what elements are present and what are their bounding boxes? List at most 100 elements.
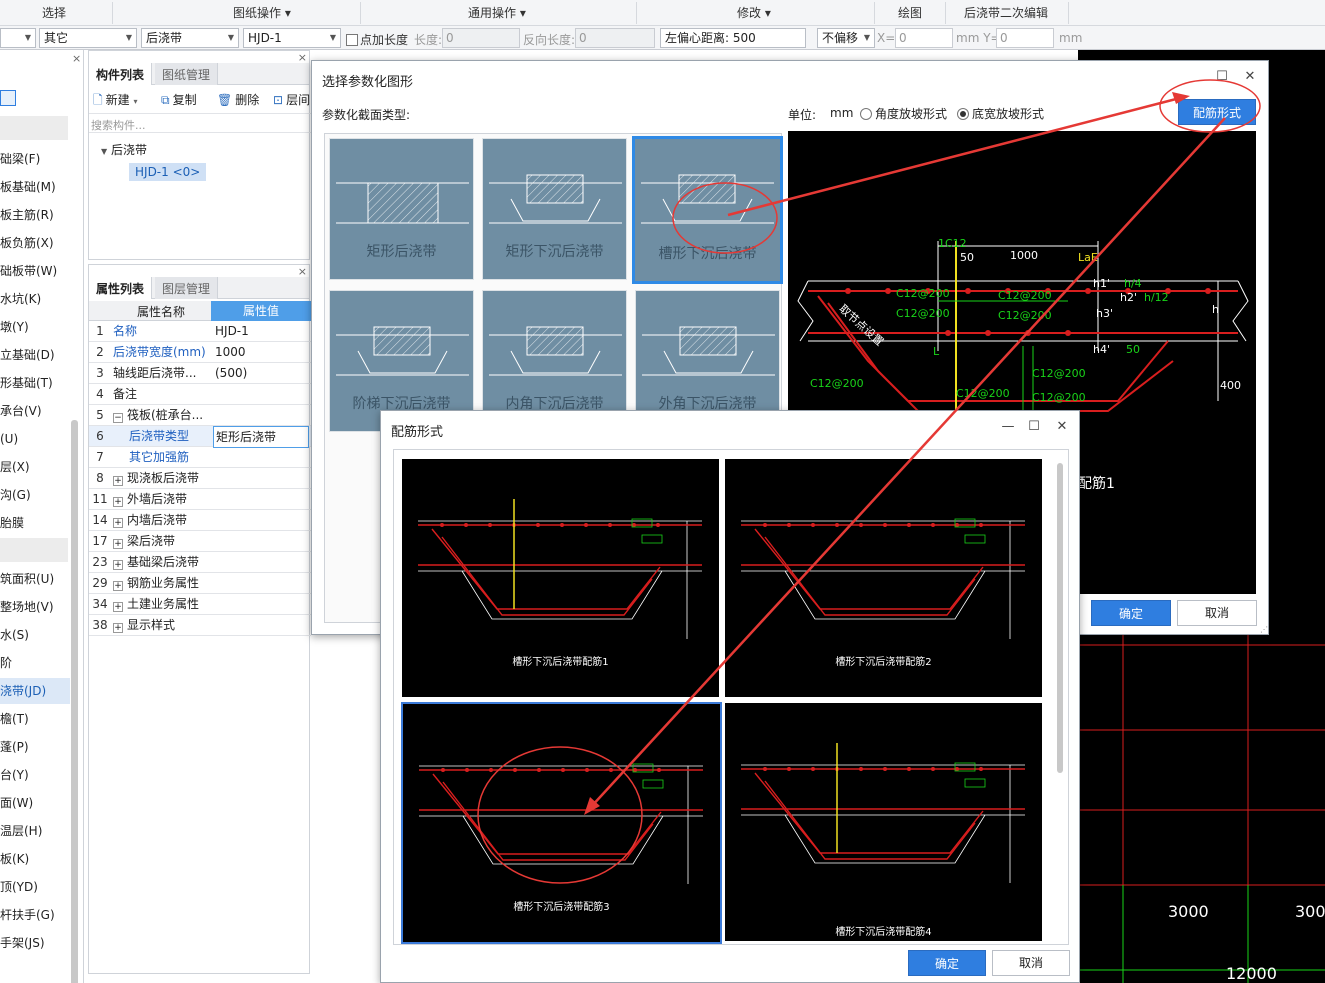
expand-icon[interactable]: + — [113, 518, 123, 528]
minimize-icon[interactable]: — — [1000, 419, 1016, 435]
maximize-icon[interactable]: ☐ — [1214, 69, 1230, 85]
rebar-thumb[interactable]: 槽形下沉后浇带配筋4 — [725, 703, 1042, 941]
table-row[interactable]: 6 后浇带类型 矩形后浇带 — [89, 426, 311, 448]
table-row[interactable]: 8 + 现浇板后浇带 — [89, 468, 311, 489]
rebar-thumb[interactable]: 槽形下沉后浇带配筋1 — [402, 459, 719, 697]
shape-ok-button[interactable]: 确定 — [1091, 600, 1171, 626]
sidebar-item[interactable]: 檐(T) — [0, 706, 70, 732]
x-input[interactable]: 0 — [895, 28, 953, 48]
shape-thumb[interactable]: 矩形后浇带 — [329, 138, 474, 280]
component-search-input[interactable]: 搜索构件... — [89, 113, 311, 133]
sidebar-item[interactable]: 层(X) — [0, 454, 70, 480]
radio-angle-slope[interactable]: 角度放坡形式 — [860, 105, 947, 122]
radio-bottom-width-slope[interactable]: 底宽放坡形式 — [957, 105, 1044, 122]
expand-icon[interactable]: + — [113, 581, 123, 591]
maximize-icon[interactable]: ☐ — [1026, 419, 1042, 435]
offset-mode-dropdown[interactable]: 不偏移 ▼ — [817, 28, 875, 48]
rebar-scrollbar[interactable] — [1057, 463, 1063, 773]
table-row[interactable]: 14 + 内墙后浇带 — [89, 510, 311, 531]
rebar-form-button[interactable]: 配筋形式 — [1178, 99, 1256, 125]
sidebar-item[interactable]: 顶(YD) — [0, 874, 70, 900]
property-value[interactable]: HJD-1 — [213, 321, 309, 341]
sidebar-item[interactable]: 础板带(W) — [0, 258, 70, 284]
ribbon-drawing-ops[interactable]: 图纸操作 ▾ — [233, 4, 291, 21]
extend-length-checkbox[interactable]: 点加长度 — [346, 31, 408, 48]
property-value[interactable]: 1000 — [213, 342, 309, 362]
sidebar-item[interactable]: 胎膜 — [0, 510, 70, 536]
expand-icon[interactable]: + — [113, 539, 123, 549]
category-dropdown[interactable]: 其它 ▼ — [39, 28, 137, 48]
close-icon[interactable]: ✕ — [1242, 69, 1258, 85]
rebar-ok-button[interactable]: 确定 — [908, 950, 986, 976]
table-row[interactable]: 1 名称 HJD-1 — [89, 321, 311, 342]
sidebar-item[interactable]: 板负筋(X) — [0, 230, 70, 256]
table-row[interactable]: 11 + 外墙后浇带 — [89, 489, 311, 510]
sidebar-item[interactable]: 板基础(M) — [0, 174, 70, 200]
copy-button[interactable]: ⧉ 复制 — [161, 91, 197, 108]
table-row[interactable]: 34 + 土建业务属性 — [89, 594, 311, 615]
property-value[interactable]: (500) — [213, 363, 309, 383]
ribbon-select[interactable]: 选择 — [42, 4, 66, 21]
rebar-thumb[interactable]: 槽形下沉后浇带配筋2 — [725, 459, 1042, 697]
left-offset-field[interactable]: 左偏心距离: 500 — [660, 28, 806, 48]
table-row[interactable]: 23 + 基础梁后浇带 — [89, 552, 311, 573]
sidebar-item[interactable]: 温层(H) — [0, 818, 70, 844]
sidebar-item[interactable]: 面(W) — [0, 790, 70, 816]
sidebar-item[interactable]: 沟(G) — [0, 482, 70, 508]
table-row[interactable]: 7 其它加强筋 — [89, 447, 311, 468]
shape-cancel-button[interactable]: 取消 — [1177, 600, 1257, 626]
reverse-length-input[interactable]: 0 — [575, 28, 655, 48]
floor-dropdown[interactable]: ▼ — [0, 28, 36, 48]
component-dropdown[interactable]: HJD-1 ▼ — [243, 28, 341, 48]
table-row[interactable]: 29 + 钢筋业务属性 — [89, 573, 311, 594]
new-button[interactable]: 🗋 新建 ▾ — [93, 91, 138, 112]
sidebar-item[interactable]: 蓬(P) — [0, 734, 70, 760]
ribbon-secondary-edit[interactable]: 后浇带二次编辑 — [964, 4, 1048, 21]
tab-layer-management[interactable]: 图层管理 — [155, 277, 219, 299]
sidebar-item[interactable]: 形基础(T) — [0, 370, 70, 396]
layer-button[interactable]: ⊡ 层间 — [273, 91, 310, 108]
length-input[interactable]: 0 — [442, 28, 520, 48]
expand-icon[interactable]: + — [113, 497, 123, 507]
sidebar-item[interactable]: 手架(JS) — [0, 930, 70, 956]
property-value[interactable]: 矩形后浇带 — [213, 426, 309, 448]
sidebar-item[interactable]: 台(Y) — [0, 762, 70, 788]
tree-item-hjd-1[interactable]: HJD-1 <0> — [129, 163, 207, 181]
tab-component-list[interactable]: 构件列表 — [89, 63, 153, 85]
resize-grip-icon[interactable]: ⋰ — [1260, 625, 1268, 634]
ribbon-general-ops[interactable]: 通用操作 ▾ — [468, 4, 526, 21]
expand-icon[interactable]: + — [113, 602, 123, 612]
tree-root-hou-jiao-dai[interactable]: ▼ 后浇带 — [101, 141, 147, 158]
sidebar-item[interactable]: 立基础(D) — [0, 342, 70, 368]
table-row[interactable]: 38 + 显示样式 — [89, 615, 311, 636]
rebar-thumb[interactable]: 槽形下沉后浇带配筋3 — [401, 702, 722, 944]
delete-button[interactable]: 🗑 删除 — [217, 91, 259, 108]
sidebar-item[interactable]: 墩(Y) — [0, 314, 70, 340]
sidebar-item[interactable]: 浇带(JD) — [0, 678, 70, 704]
shape-thumb[interactable]: 槽形下沉后浇带 — [632, 136, 783, 284]
sidebar-item[interactable]: 整场地(V) — [0, 594, 70, 620]
tab-property-list[interactable]: 属性列表 — [89, 277, 153, 299]
table-row[interactable]: 3 轴线距后浇带... (500) — [89, 363, 311, 384]
shape-thumb[interactable]: 矩形下沉后浇带 — [482, 138, 627, 280]
table-row[interactable]: 5 − 筏板(桩承台... — [89, 405, 311, 426]
sidebar-item[interactable]: 筑面积(U) — [0, 566, 70, 592]
expand-icon[interactable]: + — [113, 476, 123, 486]
table-row[interactable]: 2 后浇带宽度(mm) 1000 — [89, 342, 311, 363]
type-dropdown[interactable]: 后浇带 ▼ — [141, 28, 239, 48]
nav-scrollbar[interactable] — [71, 420, 78, 983]
y-input[interactable]: 0 — [996, 28, 1054, 48]
sidebar-item[interactable]: 水坑(K) — [0, 286, 70, 312]
list-view-icon[interactable] — [0, 90, 16, 106]
table-row[interactable]: 17 + 梁后浇带 — [89, 531, 311, 552]
table-row[interactable]: 4 备注 — [89, 384, 311, 405]
expand-icon[interactable]: + — [113, 560, 123, 570]
sidebar-item[interactable]: 阶 — [0, 650, 70, 676]
sidebar-item[interactable]: 水(S) — [0, 622, 70, 648]
ribbon-draw[interactable]: 绘图 — [898, 4, 922, 21]
sidebar-item[interactable]: 承台(V) — [0, 398, 70, 424]
sidebar-item[interactable]: 杆扶手(G) — [0, 902, 70, 928]
sidebar-item[interactable]: (U) — [0, 426, 70, 452]
close-icon[interactable]: × — [72, 52, 81, 65]
tab-drawing-management[interactable]: 图纸管理 — [155, 63, 219, 85]
